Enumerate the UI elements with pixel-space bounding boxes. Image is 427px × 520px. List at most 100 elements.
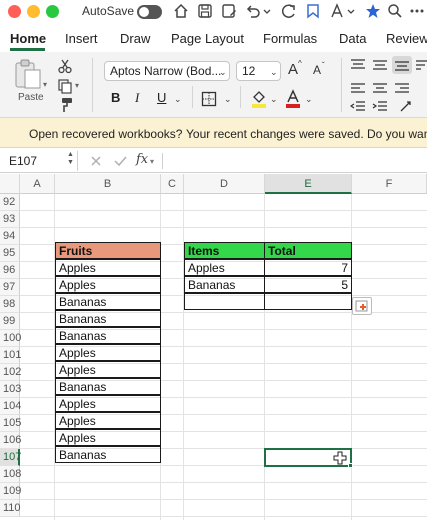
- total-header-cell[interactable]: Total: [264, 242, 352, 259]
- row-header[interactable]: 97: [0, 279, 20, 296]
- undo-dropdown-icon[interactable]: [262, 2, 272, 20]
- column-header-e[interactable]: E: [265, 174, 352, 194]
- decrease-indent-icon[interactable]: [350, 100, 366, 114]
- column-header-f[interactable]: F: [352, 174, 427, 194]
- row-header[interactable]: 99: [0, 313, 20, 330]
- row-header[interactable]: 110: [0, 500, 21, 517]
- align-center-icon[interactable]: [372, 82, 388, 96]
- fruit-cell[interactable]: Apples: [55, 344, 161, 361]
- row-header[interactable]: 93: [0, 211, 20, 228]
- fill-handle[interactable]: [348, 463, 353, 468]
- row-header[interactable]: 104: [0, 398, 21, 415]
- wrap-text-icon[interactable]: [415, 58, 427, 72]
- row-header[interactable]: 100: [0, 330, 21, 347]
- bold-button[interactable]: B: [111, 90, 120, 105]
- font-name-select[interactable]: Aptos Narrow (Bod...: [104, 61, 230, 81]
- tab-data[interactable]: Data: [339, 31, 366, 46]
- item-cell[interactable]: [184, 293, 265, 310]
- fruit-cell[interactable]: Bananas: [55, 293, 161, 310]
- align-middle-icon[interactable]: [372, 58, 388, 72]
- column-header-b[interactable]: B: [55, 174, 161, 194]
- copy-dropdown-icon[interactable]: ▾: [75, 81, 79, 90]
- fruit-cell[interactable]: Apples: [55, 412, 161, 429]
- orientation-icon[interactable]: [398, 98, 414, 114]
- row-header[interactable]: 108: [0, 466, 21, 483]
- tab-review[interactable]: Review: [386, 31, 427, 46]
- cancel-entry-icon[interactable]: [90, 155, 102, 167]
- home-icon[interactable]: [172, 2, 190, 20]
- paste-icon[interactable]: [13, 58, 43, 90]
- total-cell[interactable]: 7: [264, 259, 352, 276]
- items-header-cell[interactable]: Items: [184, 242, 265, 259]
- format-painter-icon[interactable]: [57, 97, 73, 113]
- chevron-down-icon[interactable]: ⌄: [219, 67, 227, 78]
- customize-toolbar-icon[interactable]: [346, 2, 356, 20]
- minimize-window-button[interactable]: [27, 5, 40, 18]
- row-header[interactable]: 95: [0, 245, 20, 262]
- fruit-cell[interactable]: Apples: [55, 259, 161, 276]
- row-header[interactable]: 98: [0, 296, 20, 313]
- item-cell[interactable]: Bananas: [184, 276, 265, 293]
- quick-analysis-button[interactable]: [352, 297, 372, 315]
- tab-home[interactable]: Home: [10, 31, 46, 46]
- redo-icon[interactable]: [280, 2, 298, 20]
- row-header[interactable]: 103: [0, 381, 21, 398]
- item-cell[interactable]: Apples: [184, 259, 265, 276]
- favorite-star-icon[interactable]: [364, 2, 382, 20]
- grow-font-icon[interactable]: A: [288, 61, 298, 78]
- align-bottom-icon[interactable]: [392, 56, 412, 74]
- select-all-corner[interactable]: [0, 174, 20, 194]
- row-header[interactable]: 92: [0, 194, 20, 211]
- chevron-down-icon[interactable]: ⌄: [270, 94, 278, 105]
- save-as-icon[interactable]: [220, 2, 238, 20]
- row-header[interactable]: 96: [0, 262, 20, 279]
- zoom-window-button[interactable]: [46, 5, 59, 18]
- cut-icon[interactable]: [57, 58, 73, 74]
- fruits-header-cell[interactable]: Fruits: [55, 242, 161, 259]
- copy-icon[interactable]: [57, 78, 73, 94]
- insert-function-button[interactable]: fx: [136, 152, 148, 167]
- text-format-icon[interactable]: [328, 2, 346, 20]
- align-top-icon[interactable]: [350, 58, 366, 72]
- formula-input[interactable]: [170, 153, 420, 169]
- chevron-down-icon[interactable]: ⌄: [224, 94, 232, 105]
- italic-button[interactable]: I: [135, 90, 139, 106]
- row-header[interactable]: 109: [0, 483, 21, 500]
- fill-color-icon[interactable]: [250, 89, 268, 109]
- align-right-icon[interactable]: [394, 82, 410, 96]
- tab-draw[interactable]: Draw: [120, 31, 150, 46]
- fruit-cell[interactable]: Apples: [55, 395, 161, 412]
- row-header[interactable]: 105: [0, 415, 21, 432]
- total-cell[interactable]: 5: [264, 276, 352, 293]
- tab-page-layout[interactable]: Page Layout: [171, 31, 244, 46]
- row-header[interactable]: 106: [0, 432, 21, 449]
- fruit-cell[interactable]: Bananas: [55, 310, 161, 327]
- borders-icon[interactable]: [201, 91, 217, 107]
- underline-button[interactable]: U: [157, 90, 166, 105]
- increase-indent-icon[interactable]: [372, 100, 388, 114]
- fruit-cell[interactable]: Apples: [55, 276, 161, 293]
- row-header[interactable]: 107: [0, 449, 21, 466]
- undo-icon[interactable]: [244, 2, 262, 20]
- shrink-font-icon[interactable]: A: [313, 63, 321, 77]
- row-header[interactable]: 101: [0, 347, 21, 364]
- share-icon[interactable]: [304, 2, 322, 20]
- total-cell[interactable]: [264, 293, 352, 310]
- tab-insert[interactable]: Insert: [65, 31, 98, 46]
- row-header[interactable]: 94: [0, 228, 20, 245]
- fruit-cell[interactable]: Bananas: [55, 378, 161, 395]
- align-left-icon[interactable]: [350, 82, 366, 96]
- fruit-cell[interactable]: Bananas: [55, 446, 161, 463]
- fruit-cell[interactable]: Bananas: [55, 327, 161, 344]
- chevron-down-icon[interactable]: ⌄: [174, 94, 182, 105]
- fruit-cell[interactable]: Apples: [55, 361, 161, 378]
- save-icon[interactable]: [196, 2, 214, 20]
- function-dropdown-icon[interactable]: ▾: [150, 157, 154, 166]
- name-box-stepper-icon[interactable]: ▲ ▼: [67, 151, 74, 167]
- font-color-icon[interactable]: [285, 89, 301, 109]
- search-icon[interactable]: [386, 2, 404, 20]
- column-header-d[interactable]: D: [184, 174, 265, 194]
- close-window-button[interactable]: [8, 5, 21, 18]
- more-icon[interactable]: [408, 2, 426, 20]
- chevron-down-icon[interactable]: ⌄: [270, 67, 278, 78]
